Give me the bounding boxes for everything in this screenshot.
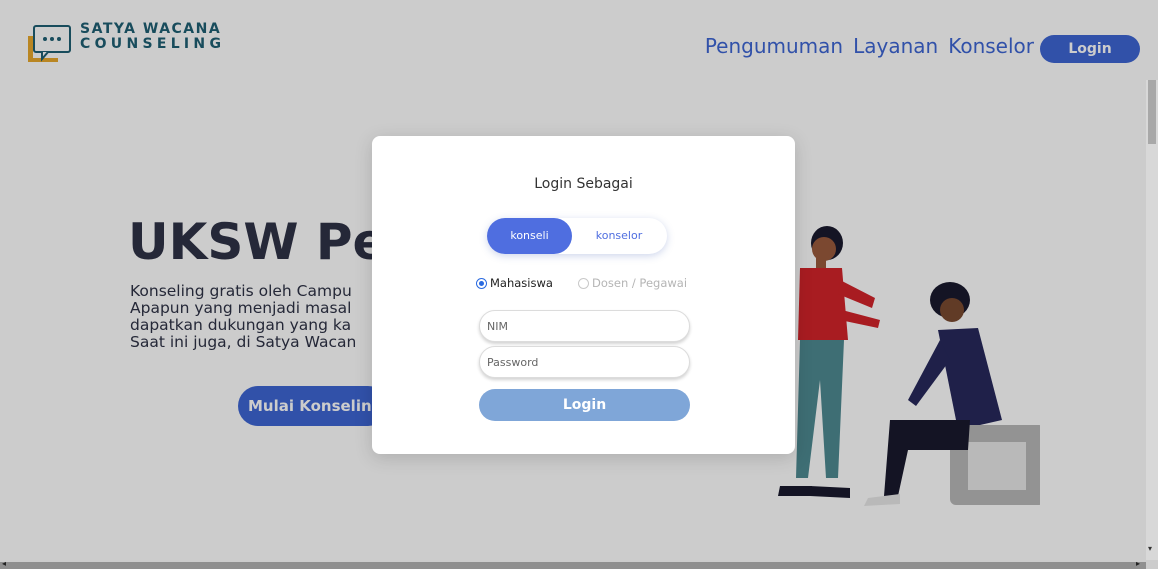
horizontal-scrollbar[interactable]: [0, 562, 1146, 569]
radio-unchecked-icon[interactable]: [578, 277, 589, 289]
scroll-right-arrow-icon[interactable]: ▸: [1136, 559, 1140, 568]
vertical-scrollbar[interactable]: [1146, 80, 1158, 560]
vertical-scrollbar-thumb[interactable]: [1148, 80, 1156, 144]
toggle-konselor[interactable]: konselor: [579, 218, 659, 254]
radio-checked-icon[interactable]: [476, 277, 487, 289]
login-submit-button[interactable]: Login: [479, 389, 690, 421]
scroll-down-arrow-icon[interactable]: ▾: [1148, 544, 1152, 553]
scroll-left-arrow-icon[interactable]: ◂: [2, 559, 6, 568]
toggle-konseli[interactable]: konseli: [487, 218, 572, 254]
radio-dosen-pegawai[interactable]: Dosen / Pegawai: [578, 276, 687, 290]
role-toggle: konseli konselor: [487, 218, 667, 254]
radio-label: Dosen / Pegawai: [592, 276, 688, 290]
radio-label: Mahasiswa: [490, 276, 553, 290]
password-field[interactable]: [479, 346, 690, 378]
modal-title: Login Sebagai: [534, 176, 633, 192]
login-modal: Login Sebagai konseli konselor Mahasiswa…: [372, 136, 795, 454]
radio-mahasiswa[interactable]: Mahasiswa: [476, 276, 553, 290]
nim-field[interactable]: [479, 310, 690, 342]
